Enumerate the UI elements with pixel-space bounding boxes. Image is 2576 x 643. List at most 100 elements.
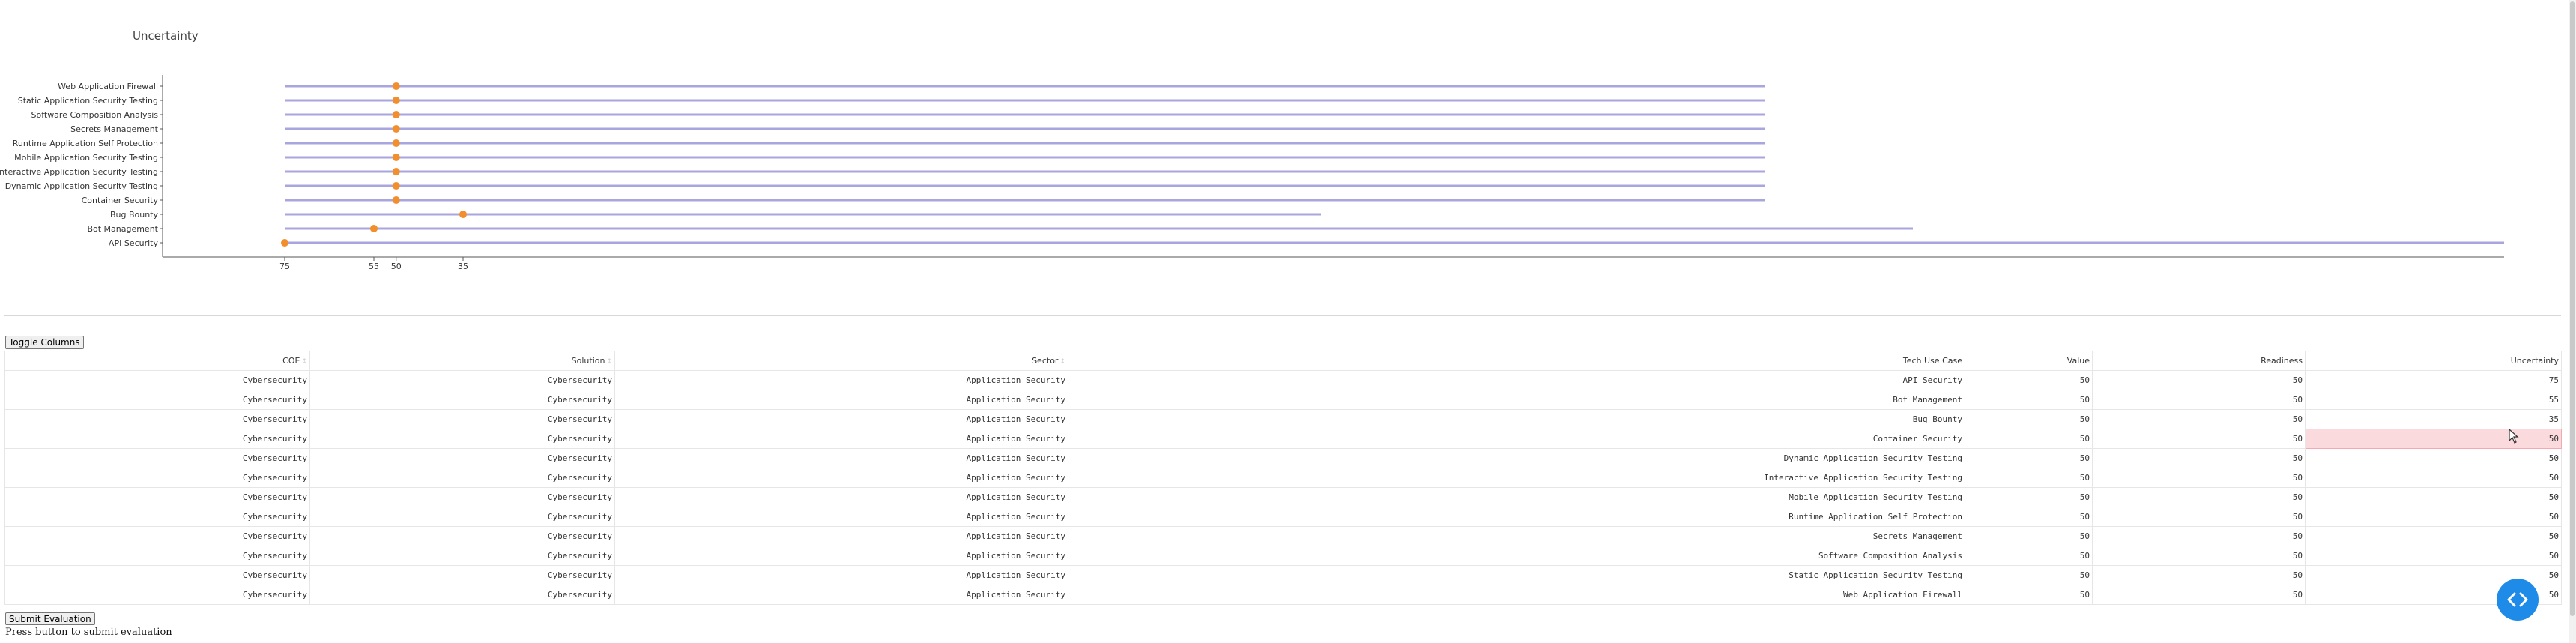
table-cell[interactable]: 50 bbox=[2305, 487, 2562, 507]
table-cell[interactable]: Cybersecurity bbox=[4, 507, 310, 527]
table-cell[interactable]: 50 bbox=[1965, 546, 2093, 566]
table-cell[interactable]: Cybersecurity bbox=[309, 565, 615, 585]
table-cell[interactable]: 50 bbox=[1965, 526, 2093, 546]
table-cell[interactable]: 50 bbox=[2092, 526, 2306, 546]
table-cell[interactable]: Application Security bbox=[614, 507, 1068, 527]
data-point bbox=[281, 239, 288, 247]
table-cell[interactable]: Cybersecurity bbox=[4, 487, 310, 507]
table-cell[interactable]: Cybersecurity bbox=[309, 507, 615, 527]
table-cell[interactable]: Container Security bbox=[1068, 429, 1965, 449]
table-cell[interactable]: 50 bbox=[1965, 585, 2093, 605]
table-cell[interactable]: 35 bbox=[2305, 409, 2562, 429]
table-cell[interactable]: 50 bbox=[2092, 487, 2306, 507]
table-cell[interactable]: 50 bbox=[1965, 448, 2093, 468]
table-cell[interactable]: Cybersecurity bbox=[4, 429, 310, 449]
table-cell[interactable]: Cybersecurity bbox=[4, 390, 310, 410]
table-cell[interactable]: Cybersecurity bbox=[309, 409, 615, 429]
table-cell[interactable]: Cybersecurity bbox=[309, 526, 615, 546]
table-cell[interactable]: Cybersecurity bbox=[4, 565, 310, 585]
table-cell[interactable]: 50 bbox=[1965, 409, 2093, 429]
table-cell[interactable]: 50 bbox=[1965, 390, 2093, 410]
y-tick-label: Bug Bounty bbox=[110, 210, 159, 220]
table-cell[interactable]: 55 bbox=[2305, 390, 2562, 410]
table-cell[interactable]: 50 bbox=[2092, 390, 2306, 410]
column-header[interactable]: Sector ↕ bbox=[614, 351, 1068, 371]
toggle-columns-button[interactable]: Toggle Columns bbox=[5, 336, 84, 349]
table-cell[interactable]: Bug Bounty bbox=[1068, 409, 1965, 429]
table-cell[interactable]: Application Security bbox=[614, 409, 1068, 429]
table-cell[interactable]: Bot Management bbox=[1068, 390, 1965, 410]
column-header[interactable]: Uncertainty bbox=[2305, 351, 2562, 371]
submit-evaluation-button[interactable]: Submit Evaluation bbox=[5, 612, 95, 625]
table-cell[interactable]: Application Security bbox=[614, 429, 1068, 449]
table-cell[interactable]: Web Application Firewall bbox=[1068, 585, 1965, 605]
table-cell[interactable]: Runtime Application Self Protection bbox=[1068, 507, 1965, 527]
table-cell[interactable]: 50 bbox=[2305, 468, 2562, 488]
table-cell[interactable]: 50 bbox=[2092, 468, 2306, 488]
table-cell[interactable]: Cybersecurity bbox=[309, 487, 615, 507]
table-cell[interactable]: Cybersecurity bbox=[309, 448, 615, 468]
sort-icon[interactable]: ↕ bbox=[606, 358, 612, 366]
table-cell[interactable]: Application Security bbox=[614, 448, 1068, 468]
table-cell[interactable]: 50 bbox=[2305, 429, 2562, 449]
sort-icon[interactable]: ↕ bbox=[301, 358, 307, 366]
table-cell[interactable]: Application Security bbox=[614, 487, 1068, 507]
table-cell[interactable]: Cybersecurity bbox=[4, 370, 310, 390]
table-cell[interactable]: Cybersecurity bbox=[4, 468, 310, 488]
table-cell[interactable]: Cybersecurity bbox=[4, 526, 310, 546]
table-cell[interactable]: 50 bbox=[2092, 409, 2306, 429]
table-cell[interactable]: Mobile Application Security Testing bbox=[1068, 487, 1965, 507]
table-cell[interactable]: Cybersecurity bbox=[309, 390, 615, 410]
table-cell[interactable]: Cybersecurity bbox=[309, 546, 615, 566]
table-cell[interactable]: 50 bbox=[1965, 429, 2093, 449]
column-header[interactable]: Solution ↕ bbox=[309, 351, 615, 371]
table-cell[interactable]: Cybersecurity bbox=[4, 448, 310, 468]
table-row: Cybersecurity Cybersecurity Application Se… bbox=[4, 468, 2562, 488]
table-cell[interactable]: 50 bbox=[2305, 507, 2562, 527]
table-cell[interactable]: Secrets Management bbox=[1068, 526, 1965, 546]
column-header[interactable]: Readiness bbox=[2092, 351, 2306, 371]
table-cell[interactable]: Interactive Application Security Testing bbox=[1068, 468, 1965, 488]
table-cell[interactable]: Dynamic Application Security Testing bbox=[1068, 448, 1965, 468]
table-cell[interactable]: 50 bbox=[2092, 370, 2306, 390]
table-cell[interactable]: 50 bbox=[2092, 448, 2306, 468]
table-cell[interactable]: Cybersecurity bbox=[4, 409, 310, 429]
table-cell[interactable]: 50 bbox=[2092, 429, 2306, 449]
table-cell[interactable]: Application Security bbox=[614, 526, 1068, 546]
table-cell[interactable]: Cybersecurity bbox=[309, 468, 615, 488]
table-cell[interactable]: Application Security bbox=[614, 585, 1068, 605]
column-header[interactable]: Value bbox=[1965, 351, 2093, 371]
column-header[interactable]: Tech Use Case bbox=[1068, 351, 1965, 371]
table-cell[interactable]: 50 bbox=[1965, 487, 2093, 507]
table-cell[interactable]: 50 bbox=[1965, 370, 2093, 390]
table-cell[interactable]: 50 bbox=[2092, 507, 2306, 527]
table-cell[interactable]: Cybersecurity bbox=[4, 585, 310, 605]
table-cell[interactable]: Cybersecurity bbox=[309, 585, 615, 605]
table-cell[interactable]: Application Security bbox=[614, 565, 1068, 585]
scrollbar-thumb[interactable] bbox=[2570, 1, 2575, 616]
table-cell[interactable]: 50 bbox=[1965, 565, 2093, 585]
table-cell[interactable]: 75 bbox=[2305, 370, 2562, 390]
table-cell[interactable]: Software Composition Analysis bbox=[1068, 546, 1965, 566]
table-cell[interactable]: 50 bbox=[2305, 448, 2562, 468]
table-cell[interactable]: 50 bbox=[1965, 507, 2093, 527]
table-cell[interactable]: 50 bbox=[2305, 526, 2562, 546]
table-cell[interactable]: Application Security bbox=[614, 370, 1068, 390]
table-cell[interactable]: 50 bbox=[2092, 585, 2306, 605]
table-cell[interactable]: API Security bbox=[1068, 370, 1965, 390]
data-point bbox=[392, 139, 400, 147]
table-cell[interactable]: 50 bbox=[2305, 546, 2562, 566]
table-cell[interactable]: Application Security bbox=[614, 468, 1068, 488]
table-cell[interactable]: 50 bbox=[2092, 565, 2306, 585]
table-cell[interactable]: Application Security bbox=[614, 546, 1068, 566]
sort-icon[interactable]: ↕ bbox=[1059, 358, 1065, 366]
table-cell[interactable]: Cybersecurity bbox=[309, 429, 615, 449]
code-toggle-button[interactable] bbox=[2497, 579, 2539, 621]
table-cell[interactable]: Application Security bbox=[614, 390, 1068, 410]
table-cell[interactable]: 50 bbox=[2092, 546, 2306, 566]
table-cell[interactable]: Cybersecurity bbox=[4, 546, 310, 566]
table-cell[interactable]: Static Application Security Testing bbox=[1068, 565, 1965, 585]
table-cell[interactable]: Cybersecurity bbox=[309, 370, 615, 390]
column-header[interactable]: COE ↕ bbox=[4, 351, 310, 371]
table-cell[interactable]: 50 bbox=[1965, 468, 2093, 488]
